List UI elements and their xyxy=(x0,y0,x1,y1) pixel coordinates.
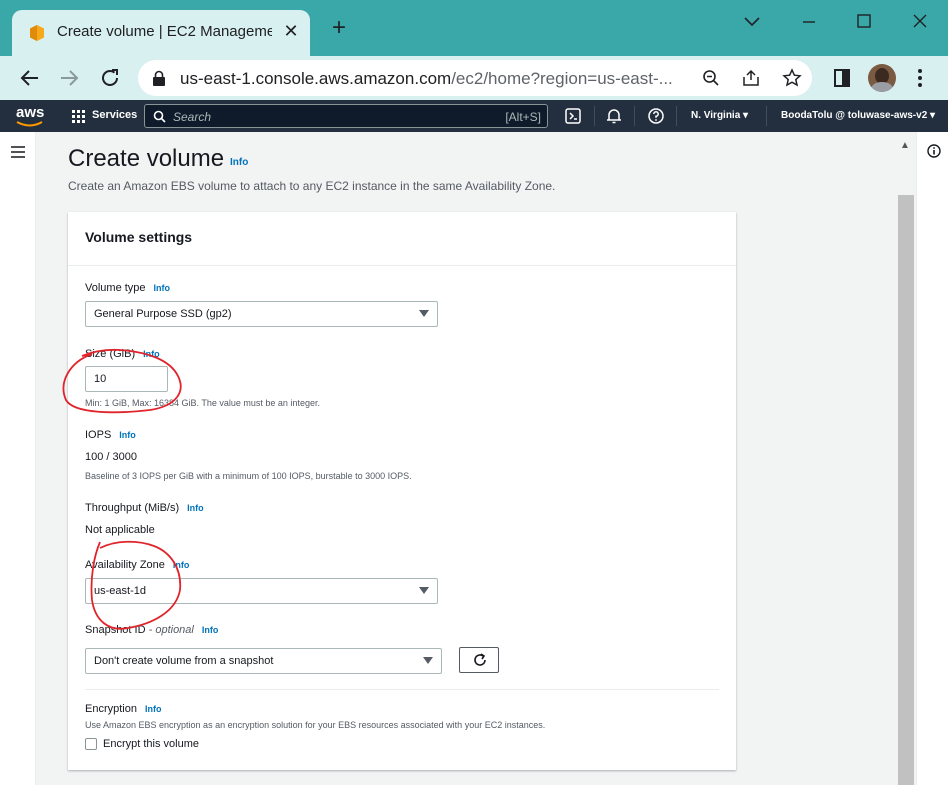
reload-icon[interactable] xyxy=(98,66,122,90)
nav-divider xyxy=(594,106,595,126)
notifications-bell-icon[interactable] xyxy=(605,107,623,125)
size-info-link[interactable]: Info xyxy=(143,349,160,359)
page-subtitle: Create an Amazon EBS volume to attach to… xyxy=(68,179,556,193)
browser-tab[interactable]: Create volume | EC2 Management Console ✕ xyxy=(12,10,310,56)
minimize-icon[interactable] xyxy=(797,10,821,34)
profile-avatar[interactable] xyxy=(868,64,896,92)
cloudshell-icon[interactable] xyxy=(564,107,582,125)
hamburger-menu-icon[interactable] xyxy=(11,146,25,158)
search-placeholder: Search xyxy=(173,110,212,124)
encryption-hint: Use Amazon EBS encryption as an encrypti… xyxy=(85,720,546,730)
snapshot-select[interactable]: Don't create volume from a snapshot xyxy=(85,648,442,674)
side-nav-rail xyxy=(0,132,36,785)
share-icon[interactable] xyxy=(742,69,760,87)
tools-rail xyxy=(916,132,948,785)
volume-type-label: Volume type Info xyxy=(85,282,171,294)
refresh-snapshots-button[interactable] xyxy=(459,647,499,673)
browser-tab-strip: Create volume | EC2 Management Console ✕… xyxy=(0,0,948,56)
address-bar[interactable]: us-east-1.console.aws.amazon.com/ec2/hom… xyxy=(138,60,812,96)
size-label: Size (GiB) Info xyxy=(85,348,160,360)
encryption-label: Encryption Info xyxy=(85,703,162,715)
volume-type-value: General Purpose SSD (gp2) xyxy=(94,308,232,320)
search-icon xyxy=(153,110,166,123)
tab-search-chevron-icon[interactable] xyxy=(740,10,764,34)
search-shortcut: [Alt+S] xyxy=(505,110,541,124)
az-info-link[interactable]: Info xyxy=(173,560,190,570)
volume-type-info-link[interactable]: Info xyxy=(154,283,171,293)
nav-divider xyxy=(766,106,767,126)
help-icon[interactable] xyxy=(647,107,665,125)
forward-icon[interactable] xyxy=(57,66,81,90)
throughput-label: Throughput (MiB/s) Info xyxy=(85,502,204,514)
scroll-up-arrow-icon[interactable]: ▲ xyxy=(900,140,910,151)
aws-smile-icon xyxy=(16,121,43,127)
info-panel-icon[interactable] xyxy=(927,144,941,158)
snapshot-info-link[interactable]: Info xyxy=(202,625,219,635)
size-input[interactable]: 10 xyxy=(85,366,168,392)
panel-header: Volume settings xyxy=(68,212,736,266)
section-divider xyxy=(85,689,719,690)
aws-logo[interactable]: aws xyxy=(16,104,44,127)
region-selector[interactable]: N. Virginia ▾ xyxy=(691,110,748,121)
size-hint: Min: 1 GiB, Max: 16384 GiB. The value mu… xyxy=(85,398,320,408)
iops-info-link[interactable]: Info xyxy=(119,430,136,440)
chevron-down-icon xyxy=(419,310,429,317)
window-close-icon[interactable] xyxy=(908,10,932,34)
aws-top-nav: aws Services Search [Alt+S] N. Virginia … xyxy=(0,100,948,132)
aws-search-input[interactable]: Search [Alt+S] xyxy=(144,104,548,128)
optional-tag: - optional xyxy=(148,624,194,636)
maximize-icon[interactable] xyxy=(852,10,876,34)
account-menu[interactable]: BoodaTolu @ toluwase-aws-v2 ▾ xyxy=(781,110,935,121)
snapshot-value: Don't create volume from a snapshot xyxy=(94,655,274,667)
snapshot-label: Snapshot ID - optional Info xyxy=(85,624,219,636)
encrypt-volume-label[interactable]: Encrypt this volume xyxy=(103,738,199,750)
iops-label: IOPS Info xyxy=(85,429,136,441)
nav-divider xyxy=(634,106,635,126)
services-menu[interactable]: Services xyxy=(92,109,137,121)
url-text: us-east-1.console.aws.amazon.com/ec2/hom… xyxy=(180,69,673,88)
side-panel-icon[interactable] xyxy=(830,66,854,90)
zoom-icon[interactable] xyxy=(702,69,720,87)
availability-zone-select[interactable]: us-east-1d xyxy=(85,578,438,604)
scrollbar-thumb[interactable] xyxy=(898,195,914,785)
page-title: Create volume xyxy=(68,145,225,172)
size-value: 10 xyxy=(94,373,107,385)
chrome-menu-icon[interactable] xyxy=(908,66,932,90)
availability-zone-label: Availability Zone Info xyxy=(85,559,190,571)
throughput-info-link[interactable]: Info xyxy=(187,503,204,513)
services-grid-icon xyxy=(72,110,85,123)
encrypt-volume-checkbox[interactable] xyxy=(85,738,97,750)
nav-divider xyxy=(676,106,677,126)
tab-title: Create volume | EC2 Management Console xyxy=(57,23,272,40)
ec2-favicon-icon xyxy=(30,25,44,41)
encryption-info-link[interactable]: Info xyxy=(145,704,162,714)
browser-toolbar: us-east-1.console.aws.amazon.com/ec2/hom… xyxy=(0,56,948,100)
bookmark-star-icon[interactable] xyxy=(782,68,802,88)
volume-type-select[interactable]: General Purpose SSD (gp2) xyxy=(85,301,438,327)
volume-settings-panel: Volume settings xyxy=(68,212,736,770)
iops-value: 100 / 3000 xyxy=(85,451,137,463)
page-info-link[interactable]: Info xyxy=(230,157,248,168)
iops-hint: Baseline of 3 IOPS per GiB with a minimu… xyxy=(85,471,412,481)
panel-title: Volume settings xyxy=(85,229,193,245)
chevron-down-icon xyxy=(423,657,433,664)
refresh-icon xyxy=(474,653,486,666)
chevron-down-icon xyxy=(419,587,429,594)
throughput-value: Not applicable xyxy=(85,524,155,536)
tab-close-icon[interactable]: ✕ xyxy=(282,21,300,41)
back-icon[interactable] xyxy=(18,66,42,90)
availability-zone-value: us-east-1d xyxy=(94,585,146,597)
new-tab-button[interactable]: + xyxy=(328,16,350,41)
lock-icon[interactable] xyxy=(152,70,166,86)
